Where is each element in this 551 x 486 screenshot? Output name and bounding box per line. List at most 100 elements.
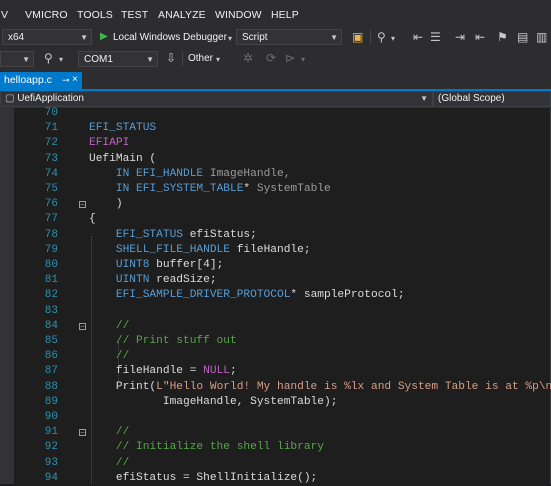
debugger-dropdown-icon[interactable]: ▾ bbox=[228, 32, 232, 46]
code-line[interactable]: 79 SHELL_FILE_HANDLE fileHandle; bbox=[0, 243, 551, 258]
code-line[interactable]: 86 // bbox=[0, 349, 551, 364]
code-line[interactable]: 71 EFI_STATUS bbox=[0, 121, 551, 136]
menu-item-analyze[interactable]: ANALYZE bbox=[158, 9, 206, 21]
line-number: 86 bbox=[44, 350, 58, 363]
line-number: 73 bbox=[44, 152, 58, 165]
code-line[interactable]: 87 fileHandle = NULL; bbox=[0, 364, 551, 379]
code-line[interactable]: 88 Print(L"Hello World! My handle is %lx… bbox=[0, 380, 551, 395]
chevron-down-icon[interactable]: ▾ bbox=[59, 53, 63, 67]
code-editor[interactable]: 70 71 EFI_STATUS 72 EFIAPI 73 UefiMain ( 74 IN … bbox=[0, 106, 551, 484]
code-line[interactable]: 92 // Initialize the shell library bbox=[0, 440, 551, 455]
code-line[interactable]: 82 EFI_SAMPLE_DRIVER_PROTOCOL* samplePro… bbox=[0, 288, 551, 303]
line-number: 85 bbox=[44, 335, 58, 347]
code-text: EFI_STATUS efiStatus; bbox=[89, 228, 257, 243]
menu-item-window[interactable]: WINDOW bbox=[215, 9, 262, 21]
other-button[interactable]: Other bbox=[188, 53, 213, 64]
code-text: // Initialize the shell library bbox=[89, 440, 324, 455]
line-number: 75 bbox=[44, 183, 58, 195]
line-number: 79 bbox=[44, 243, 58, 256]
menu-item-tools[interactable]: TOOLS bbox=[77, 9, 113, 21]
code-line[interactable]: 83 bbox=[0, 304, 551, 319]
code-line[interactable]: 81 UINTN readSize; bbox=[0, 273, 551, 288]
pin-icon[interactable]: ⊸ bbox=[62, 72, 70, 88]
code-token: EFI_STATUS bbox=[89, 122, 157, 135]
menu-item-v[interactable]: V bbox=[1, 9, 8, 21]
port-combo[interactable]: COM1 ▼ bbox=[78, 51, 158, 67]
code-token: // Print stuff out bbox=[89, 335, 237, 347]
indent-icon[interactable]: ⇥ bbox=[455, 30, 465, 44]
code-line[interactable]: 93 // bbox=[0, 456, 551, 471]
code-text: fileHandle = NULL; bbox=[89, 364, 237, 379]
close-icon[interactable]: × bbox=[72, 72, 78, 88]
menu-item-test[interactable]: TEST bbox=[121, 9, 148, 21]
code-line[interactable]: 75 IN EFI_SYSTEM_TABLE* SystemTable bbox=[0, 182, 551, 197]
code-line[interactable]: 76 − ) bbox=[0, 197, 551, 212]
line-number: 91 bbox=[44, 426, 58, 439]
code-token: Print( bbox=[89, 380, 157, 393]
code-token: ) bbox=[89, 198, 123, 211]
code-token: SHELL_FILE_HANDLE bbox=[89, 243, 230, 256]
flag-icon[interactable]: ⚑ bbox=[497, 30, 508, 44]
search-icon[interactable]: ⚲ bbox=[44, 51, 53, 65]
code-line[interactable]: 70 bbox=[0, 106, 551, 121]
chevron-down-icon[interactable]: ▾ bbox=[216, 53, 220, 67]
collapse-icon[interactable]: − bbox=[79, 201, 86, 209]
code-token: UefiMain ( bbox=[89, 152, 157, 165]
code-token: // bbox=[89, 319, 130, 332]
start-debugger-button[interactable]: Local Windows Debugger bbox=[113, 32, 227, 43]
menu-item-vmicro[interactable]: VMICRO bbox=[25, 9, 68, 21]
chevron-down-icon[interactable]: ▾ bbox=[301, 53, 305, 67]
code-line[interactable]: 84 − // bbox=[0, 319, 551, 334]
platform-value: x64 bbox=[8, 32, 25, 43]
line-number: 90 bbox=[44, 411, 58, 423]
chevron-down-icon: ▼ bbox=[420, 94, 428, 103]
code-token: // bbox=[89, 350, 130, 363]
step-icon[interactable]: ⟳ bbox=[266, 51, 276, 65]
line-number: 78 bbox=[44, 228, 58, 241]
code-text: UefiMain ( bbox=[89, 152, 156, 167]
code-token: efiStatus; bbox=[183, 228, 257, 241]
code-line[interactable]: 85 // Print stuff out bbox=[0, 334, 551, 349]
gear-icon[interactable]: ✲ bbox=[243, 51, 253, 65]
code-line[interactable]: 80 UINT8 buffer[4]; bbox=[0, 258, 551, 273]
code-token: readSize; bbox=[149, 274, 217, 287]
code-token: L"Hello World! My handle is %lx and Syst… bbox=[156, 380, 551, 393]
align-icon[interactable]: ☰ bbox=[430, 30, 441, 44]
code-token: efiStatus = ShellInitialize(); bbox=[89, 471, 318, 484]
chevron-down-icon[interactable]: ▾ bbox=[391, 32, 395, 46]
code-line[interactable]: 72 EFIAPI bbox=[0, 136, 551, 151]
project-scope-combo[interactable]: ▢ UefiApplication ▼ bbox=[0, 91, 433, 107]
code-line[interactable]: 73 UefiMain ( bbox=[0, 152, 551, 167]
platform-combo[interactable]: x64 ▼ bbox=[2, 29, 92, 45]
code-line[interactable]: 90 bbox=[0, 410, 551, 425]
code-token: // bbox=[89, 456, 130, 469]
play-icon[interactable]: ▶ bbox=[100, 30, 108, 44]
collapse-icon[interactable]: − bbox=[79, 322, 86, 330]
code-token: // bbox=[89, 426, 130, 439]
menu-item-help[interactable]: HELP bbox=[271, 9, 299, 21]
code-text: EFI_SAMPLE_DRIVER_PROTOCOL* sampleProtoc… bbox=[89, 288, 405, 303]
comment-icon[interactable]: ▤ bbox=[517, 30, 528, 44]
upload-icon[interactable]: ⇩ bbox=[166, 51, 176, 65]
script-combo[interactable]: Script ▼ bbox=[236, 29, 342, 45]
folder-icon[interactable]: ▣ bbox=[352, 30, 363, 44]
code-line[interactable]: 78 EFI_STATUS efiStatus; bbox=[0, 228, 551, 243]
outdent-icon[interactable]: ⇤ bbox=[475, 30, 485, 44]
code-line[interactable]: 74 IN EFI_HANDLE ImageHandle, bbox=[0, 167, 551, 182]
find-icon[interactable]: ⚲ bbox=[377, 30, 386, 44]
board-combo[interactable]: ▼ bbox=[0, 51, 34, 67]
code-token: IN bbox=[89, 167, 136, 180]
code-token: EFI_STATUS bbox=[89, 228, 183, 241]
tab-helloapp[interactable]: helloapp.c ⊸ × bbox=[0, 72, 82, 89]
code-line[interactable]: 91 − // bbox=[0, 425, 551, 440]
run-icon[interactable]: ⊳ bbox=[285, 51, 295, 65]
collapse-icon[interactable]: − bbox=[79, 429, 86, 437]
bookmark-icon[interactable]: ⇤ bbox=[413, 30, 423, 44]
line-number: 72 bbox=[44, 137, 58, 150]
global-scope-combo[interactable]: (Global Scope) bbox=[433, 91, 551, 107]
code-line[interactable]: 89 ImageHandle, SystemTable); bbox=[0, 395, 551, 410]
code-token: ImageHandle, SystemTable); bbox=[89, 395, 338, 408]
code-text: ImageHandle, SystemTable); bbox=[89, 395, 338, 410]
code-line[interactable]: 77 { bbox=[0, 212, 551, 227]
uncomment-icon[interactable]: ▥ bbox=[536, 30, 547, 44]
